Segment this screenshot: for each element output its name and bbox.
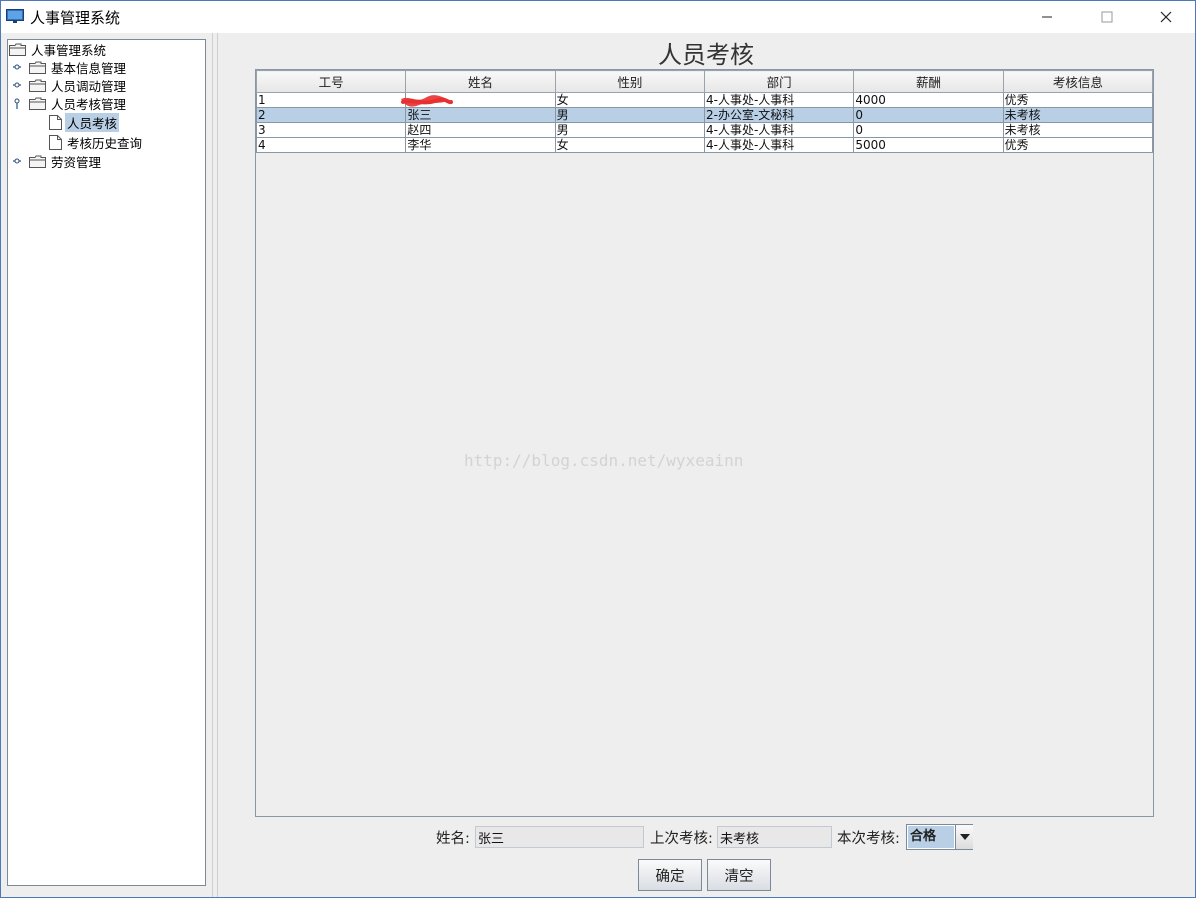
table-row[interactable]: 3 赵四 男 4-人事处-人事科 0 未考核 [255, 122, 1154, 138]
folder-icon [9, 43, 26, 56]
table-cell[interactable]: 李华 [405, 137, 556, 153]
dropdown-arrow-button[interactable] [955, 825, 973, 849]
tree-item-assessment-history[interactable]: 考核历史查询 [49, 133, 144, 151]
confirm-button[interactable]: 确定 [638, 859, 702, 891]
tree-item-label: 考核历史查询 [67, 135, 143, 151]
table-cell[interactable]: 0 [853, 122, 1004, 138]
maximize-icon [1101, 11, 1112, 23]
name-label: 姓名: [436, 831, 470, 847]
table-cell[interactable]: 0 [853, 107, 1004, 123]
folder-icon [29, 79, 46, 92]
page-title: 人员考核 [658, 41, 754, 69]
table-header-row: 工号 姓名 性别 部门 薪酬 考核信息 [255, 70, 1154, 93]
name-field[interactable] [475, 826, 644, 848]
expand-handle-icon [13, 158, 21, 164]
column-header-gender[interactable]: 性别 [554, 70, 705, 93]
last-assessment-label: 上次考核: [650, 831, 713, 847]
tree-item-label: 人员考核 [65, 112, 120, 132]
table-cell[interactable]: 4-人事处-人事科 [703, 137, 855, 153]
close-button[interactable] [1136, 1, 1195, 33]
clear-button[interactable]: 清空 [707, 859, 771, 891]
table-cell[interactable]: 未考核 [1002, 122, 1154, 138]
tree-item-label: 人员考核管理 [51, 96, 127, 112]
open-folder-icon [29, 97, 46, 110]
column-header-assessment[interactable]: 考核信息 [1002, 70, 1154, 93]
table-cell[interactable]: 3 [255, 122, 407, 138]
column-header-name[interactable]: 姓名 [405, 70, 556, 93]
navigation-tree[interactable]: 人事管理系统 基本信息管理 人员调动管理 人员考核管理 人员考核 考核历史查询 … [7, 39, 206, 886]
table-cell[interactable]: 女 [554, 137, 705, 153]
table-cell[interactable]: 4000 [853, 92, 1004, 108]
column-header-department[interactable]: 部门 [703, 70, 855, 93]
collapse-handle-icon [14, 98, 20, 109]
column-header-salary[interactable]: 薪酬 [853, 70, 1004, 93]
table-cell[interactable]: 1 [255, 92, 407, 108]
data-grid[interactable]: 工号 姓名 性别 部门 薪酬 考核信息 1 女 4-人事处-人事科 4000 优… [255, 70, 1154, 153]
tree-root-label: 人事管理系统 [31, 42, 107, 58]
tree-item-payroll[interactable]: 劳资管理 [13, 152, 103, 170]
last-assessment-field[interactable] [717, 826, 832, 848]
table-row[interactable]: 1 女 4-人事处-人事科 4000 优秀 [255, 92, 1154, 108]
table-cell[interactable]: 张三 [405, 107, 556, 123]
table-row[interactable]: 2 张三 男 2-办公室-文秘科 0 未考核 [255, 107, 1154, 123]
folder-icon [29, 61, 46, 74]
title-bar[interactable]: 人事管理系统 [1, 1, 1195, 33]
tree-item-transfer[interactable]: 人员调动管理 [13, 76, 128, 94]
table-cell[interactable]: 5000 [853, 137, 1004, 153]
table-cell[interactable]: 4-人事处-人事科 [703, 92, 855, 108]
table-cell[interactable]: 优秀 [1002, 92, 1154, 108]
column-header-id[interactable]: 工号 [255, 70, 407, 93]
table-cell[interactable]: 优秀 [1002, 137, 1154, 153]
watermark-text: http://blog.csdn.net/wyxeainn [464, 451, 744, 470]
document-icon [49, 114, 62, 130]
table-row[interactable]: 4 李华 女 4-人事处-人事科 5000 优秀 [255, 137, 1154, 153]
monitor-icon [6, 9, 24, 23]
table-cell[interactable]: 赵四 [405, 122, 556, 138]
tree-root[interactable]: 人事管理系统 [9, 40, 108, 58]
tree-item-label: 人员调动管理 [51, 78, 127, 94]
expand-handle-icon [13, 82, 21, 88]
app-window: 人事管理系统 人事管理系统 基本信息管理 人员调动管理 人员考核管理 人员考核 … [0, 0, 1196, 898]
chevron-down-icon [959, 834, 970, 840]
folder-icon [29, 155, 46, 168]
tree-item-personnel-assessment[interactable]: 人员考核 [49, 112, 120, 132]
minimize-button[interactable] [1017, 1, 1076, 33]
table-cell[interactable]: 未考核 [1002, 107, 1154, 123]
table-cell[interactable]: 2-办公室-文秘科 [703, 107, 855, 123]
table-cell[interactable]: 女 [554, 92, 705, 108]
tree-item-label: 基本信息管理 [51, 60, 127, 76]
current-assessment-value: 合格 [908, 826, 954, 848]
assessment-table[interactable]: 工号 姓名 性别 部门 薪酬 考核信息 1 女 4-人事处-人事科 4000 优… [255, 69, 1154, 817]
table-cell[interactable]: 2 [255, 107, 407, 123]
tree-item-assessment[interactable]: 人员考核管理 [13, 94, 128, 112]
split-pane-divider[interactable] [212, 33, 218, 897]
table-cell[interactable]: 男 [554, 107, 705, 123]
document-icon [49, 134, 62, 150]
table-cell[interactable]: 男 [554, 122, 705, 138]
current-assessment-label: 本次考核: [837, 831, 900, 847]
close-icon [1160, 11, 1171, 23]
expand-handle-icon [13, 64, 21, 70]
tree-item-label: 劳资管理 [51, 154, 102, 170]
redaction-scribble [401, 95, 453, 107]
window-title: 人事管理系统 [30, 9, 121, 27]
minimize-icon [1041, 16, 1052, 18]
current-assessment-select[interactable]: 合格 [906, 824, 973, 850]
maximize-button[interactable] [1077, 1, 1136, 33]
tree-item-basic-info[interactable]: 基本信息管理 [13, 58, 128, 76]
table-cell[interactable]: 4 [255, 137, 407, 153]
table-cell[interactable]: 4-人事处-人事科 [703, 122, 855, 138]
